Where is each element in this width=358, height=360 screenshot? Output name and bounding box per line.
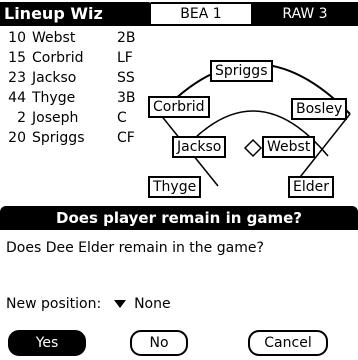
- player-name: Webst: [32, 30, 76, 46]
- player-name: Joseph: [32, 110, 79, 126]
- player-position: 3B: [117, 90, 136, 106]
- lineup-row[interactable]: 2 Joseph C: [0, 108, 148, 128]
- dropdown-triangle-icon[interactable]: [113, 300, 126, 308]
- field-diagram: Spriggs Corbrid Bosley Jackso Webst Thyg…: [148, 26, 358, 206]
- tab-bea[interactable]: BEA 1: [151, 4, 251, 24]
- player-number: 2: [17, 110, 26, 126]
- dialog-title: Does player remain in game?: [0, 206, 358, 230]
- player-number: 23: [8, 70, 26, 86]
- player-box-spriggs[interactable]: Spriggs: [210, 60, 273, 82]
- player-position: 2B: [117, 30, 136, 46]
- lineup-list: 10 Webst 2B 15 Corbrid LF 23 Jackso SS 4…: [0, 28, 148, 148]
- player-number: 44: [8, 90, 26, 106]
- app-title: Lineup Wiz: [0, 2, 154, 26]
- player-box-elder[interactable]: Elder: [288, 176, 334, 198]
- player-name: Spriggs: [32, 130, 85, 146]
- lineup-row[interactable]: 23 Jackso SS: [0, 68, 148, 88]
- player-position: LF: [117, 50, 133, 66]
- player-number: 10: [8, 30, 26, 46]
- player-number: 15: [8, 50, 26, 66]
- player-box-bosley[interactable]: Bosley: [291, 98, 348, 120]
- player-box-webst[interactable]: Webst: [262, 136, 316, 158]
- player-name: Jackso: [32, 70, 77, 86]
- yes-button[interactable]: Yes: [8, 330, 86, 356]
- position-select[interactable]: None: [134, 296, 171, 312]
- player-box-thyge[interactable]: Thyge: [148, 176, 202, 198]
- cancel-button[interactable]: Cancel: [248, 330, 328, 356]
- player-position: SS: [117, 70, 135, 86]
- remain-dialog: Does player remain in game? Does Dee Eld…: [0, 206, 358, 360]
- lineup-row[interactable]: 20 Spriggs CF: [0, 128, 148, 148]
- player-number: 20: [8, 130, 26, 146]
- position-row: New position: None: [6, 294, 171, 314]
- position-label: New position:: [6, 296, 102, 312]
- player-name: Corbrid: [32, 50, 84, 66]
- team-tabs: BEA 1 RAW 3: [151, 2, 358, 26]
- tab-raw[interactable]: RAW 3: [255, 4, 355, 24]
- player-position: CF: [117, 130, 135, 146]
- no-button[interactable]: No: [130, 330, 188, 356]
- lineup-row[interactable]: 15 Corbrid LF: [0, 48, 148, 68]
- player-box-jackso[interactable]: Jackso: [172, 136, 227, 158]
- dialog-message: Does Dee Elder remain in the game?: [6, 240, 264, 256]
- player-box-corbrid[interactable]: Corbrid: [148, 96, 210, 118]
- player-name: Thyge: [32, 90, 76, 106]
- lineup-row[interactable]: 44 Thyge 3B: [0, 88, 148, 108]
- lineup-row[interactable]: 10 Webst 2B: [0, 28, 148, 48]
- player-position: C: [117, 110, 127, 126]
